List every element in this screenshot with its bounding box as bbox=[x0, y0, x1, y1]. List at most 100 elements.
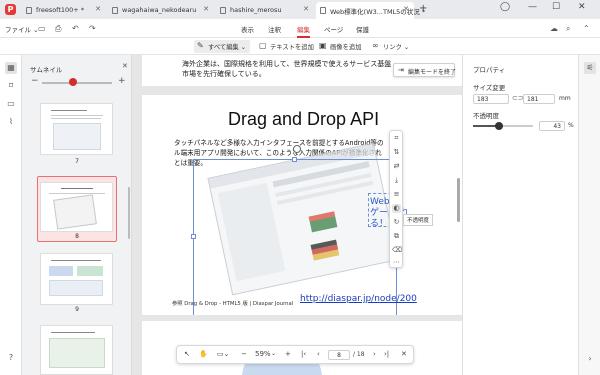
slide-title[interactable]: Drag and Drop API bbox=[228, 109, 379, 130]
extract-icon[interactable]: ⤓ bbox=[392, 176, 401, 185]
first-page-icon[interactable]: |‹ bbox=[301, 350, 306, 358]
zoom-value[interactable]: 59% bbox=[255, 350, 271, 358]
side-text-line[interactable]: る！ bbox=[370, 216, 388, 229]
image-selection-frame[interactable] bbox=[191, 157, 399, 315]
app-logo-icon: P bbox=[5, 4, 16, 15]
tab-freesoft[interactable]: freesoft100+ * ✕ bbox=[22, 2, 106, 19]
opacity-icon[interactable]: ◐ bbox=[392, 204, 401, 213]
page-number-input[interactable]: 8 bbox=[328, 350, 350, 360]
link-button[interactable]: ∞ リンク ⌄ bbox=[369, 40, 413, 53]
width-input[interactable]: 183 bbox=[473, 94, 509, 104]
redo-icon[interactable]: ↷ bbox=[89, 24, 96, 33]
zoom-dropdown-icon[interactable]: ⌄ bbox=[271, 350, 276, 357]
undo-icon[interactable]: ↶ bbox=[72, 24, 79, 33]
align-icon[interactable]: ≡ bbox=[392, 190, 401, 199]
opacity-slider[interactable] bbox=[473, 122, 533, 130]
tab-web-standard[interactable]: Web標準化(W3...TML5の状況 * ✕ bbox=[316, 2, 425, 19]
window-close-icon[interactable]: ✕ bbox=[578, 2, 586, 12]
thumb-size-slider[interactable] bbox=[42, 82, 112, 84]
add-text-button[interactable]: ▢ テキストを追加 bbox=[256, 40, 318, 53]
total-pages: / 18 bbox=[353, 351, 365, 358]
rotate-handle-icon[interactable] bbox=[293, 145, 301, 153]
menu-edit[interactable]: 編集 bbox=[297, 24, 310, 38]
canvas-scrollbar[interactable] bbox=[457, 178, 460, 222]
file-menu[interactable]: ファイル ⌄ bbox=[5, 24, 39, 34]
edit-toolbar: ✎ すべて編集 ⌄ ▢ テキストを追加 ▣ 画像を追加 ∞ リンク ⌄ bbox=[0, 38, 600, 55]
zoom-in-icon[interactable]: + bbox=[118, 76, 126, 86]
account-icon[interactable]: ◯ bbox=[500, 2, 510, 12]
search-icon[interactable]: ⌕ bbox=[566, 24, 570, 34]
new-tab-icon[interactable]: + bbox=[419, 3, 427, 14]
print-icon[interactable]: ⎙ bbox=[55, 24, 61, 34]
properties-icon[interactable]: ⚟ bbox=[584, 62, 596, 74]
collapse-up-icon[interactable]: ⌃ bbox=[583, 24, 590, 33]
menu-protect[interactable]: 保護 bbox=[356, 24, 369, 34]
close-icon[interactable]: ✕ bbox=[95, 5, 101, 13]
comment-icon[interactable]: ▭ bbox=[5, 98, 17, 110]
maximize-icon[interactable]: ☐ bbox=[552, 2, 560, 12]
exit-edit-mode-button[interactable]: ⇥ 編集モードを終了 bbox=[393, 63, 456, 77]
tab-label: wagahaiwa_nekodearu bbox=[122, 6, 197, 14]
more-icon[interactable]: ⋯ bbox=[392, 258, 401, 267]
replace-icon[interactable]: ⇄ bbox=[392, 162, 401, 171]
link-icon: ∞ bbox=[372, 41, 379, 50]
panel-title: プロパティ bbox=[473, 66, 506, 74]
bookmark-icon[interactable]: ⌑ bbox=[5, 80, 17, 92]
select-tool-icon[interactable]: ↖ bbox=[184, 350, 190, 358]
crop-icon[interactable]: ⌗ bbox=[392, 134, 401, 143]
page-thumbnail-9[interactable] bbox=[40, 253, 113, 305]
thumb-scrollbar[interactable] bbox=[128, 187, 130, 239]
percent-label: % bbox=[568, 122, 574, 129]
thumbnail-panel: サムネイル ✕ − + 7 8 9 bbox=[22, 55, 132, 375]
zoom-out-icon[interactable]: − bbox=[241, 350, 247, 358]
tab-label: freesoft100+ * bbox=[36, 6, 85, 14]
page-thumbnail-7[interactable] bbox=[40, 103, 113, 155]
delete-icon[interactable]: ⌫ bbox=[392, 246, 402, 255]
next-page-icon[interactable]: › bbox=[373, 350, 376, 358]
right-rail: ⚟ › bbox=[578, 55, 600, 375]
unit-label: mm bbox=[559, 95, 571, 102]
tab-hashire[interactable]: hashire_merosu ✕ bbox=[216, 2, 314, 19]
cloud-icon[interactable]: ☁ bbox=[550, 24, 558, 33]
caption: 参照 Drag & Drop - HTML5 版 | Diaspar Journ… bbox=[172, 301, 294, 307]
save-icon[interactable]: ▭ bbox=[38, 24, 46, 33]
document-icon bbox=[112, 7, 118, 14]
view-mode-icon[interactable]: ▭⌄ bbox=[217, 350, 229, 358]
page-thumbnail-10[interactable] bbox=[40, 325, 113, 375]
rotate-icon[interactable]: ↻ bbox=[392, 218, 401, 227]
close-icon[interactable]: ✕ bbox=[401, 350, 407, 358]
menu-page[interactable]: ページ bbox=[324, 24, 343, 34]
zoom-out-icon[interactable]: − bbox=[31, 76, 39, 86]
flip-icon[interactable]: ⇅ bbox=[392, 148, 401, 157]
add-image-button[interactable]: ▣ 画像を追加 bbox=[316, 40, 365, 53]
menu-annotate[interactable]: 注釈 bbox=[268, 24, 281, 34]
attachment-icon[interactable]: ⌇ bbox=[5, 116, 17, 128]
copy-icon[interactable]: ⧉ bbox=[392, 232, 401, 241]
opacity-label: 不透明度 bbox=[473, 112, 499, 120]
page-thumbnail-8[interactable] bbox=[40, 182, 113, 232]
link-ratio-icon[interactable]: ⊂⊃ bbox=[512, 94, 524, 102]
close-icon[interactable]: ✕ bbox=[303, 5, 309, 13]
prev-page-icon[interactable]: ‹ bbox=[317, 350, 320, 358]
help-icon[interactable]: ? bbox=[5, 352, 17, 364]
slider-handle[interactable] bbox=[69, 78, 77, 86]
expand-panel-icon[interactable]: › bbox=[584, 353, 596, 365]
menu-bar: ファイル ⌄ ▭ ⎙ ↶ ↷ 表示 注釈 編集 ページ 保護 ☁ ⌕ ⌃ bbox=[0, 19, 600, 38]
menu-view[interactable]: 表示 bbox=[241, 24, 254, 34]
hand-tool-icon[interactable]: ✋ bbox=[199, 350, 208, 358]
minimize-icon[interactable]: — bbox=[528, 2, 537, 12]
hyperlink[interactable]: http://diaspar.jp/node/200 bbox=[300, 294, 417, 304]
opacity-slider-handle[interactable] bbox=[494, 122, 503, 130]
edit-all-button[interactable]: ✎ すべて編集 ⌄ bbox=[194, 40, 251, 53]
height-input[interactable]: 181 bbox=[523, 94, 555, 104]
zoom-in-icon[interactable]: + bbox=[285, 350, 291, 358]
opacity-input[interactable]: 43 bbox=[539, 121, 565, 131]
last-page-icon[interactable]: ›| bbox=[384, 350, 389, 358]
close-icon[interactable]: ✕ bbox=[122, 62, 128, 70]
tab-wagahaiwa[interactable]: wagahaiwa_nekodearu ✕ bbox=[108, 2, 214, 19]
paragraph-line: 海外企業は、国際規格を利用して、世界規模で使えるサービス基盤 bbox=[182, 60, 392, 68]
thumbnails-icon[interactable]: ▦ bbox=[5, 62, 17, 74]
close-icon[interactable]: ✕ bbox=[403, 5, 409, 13]
close-icon[interactable]: ✕ bbox=[203, 5, 209, 13]
paragraph-line[interactable]: タッチパネルなど多様な入力インタフェースを前提とするAndroid等の bbox=[174, 137, 384, 147]
